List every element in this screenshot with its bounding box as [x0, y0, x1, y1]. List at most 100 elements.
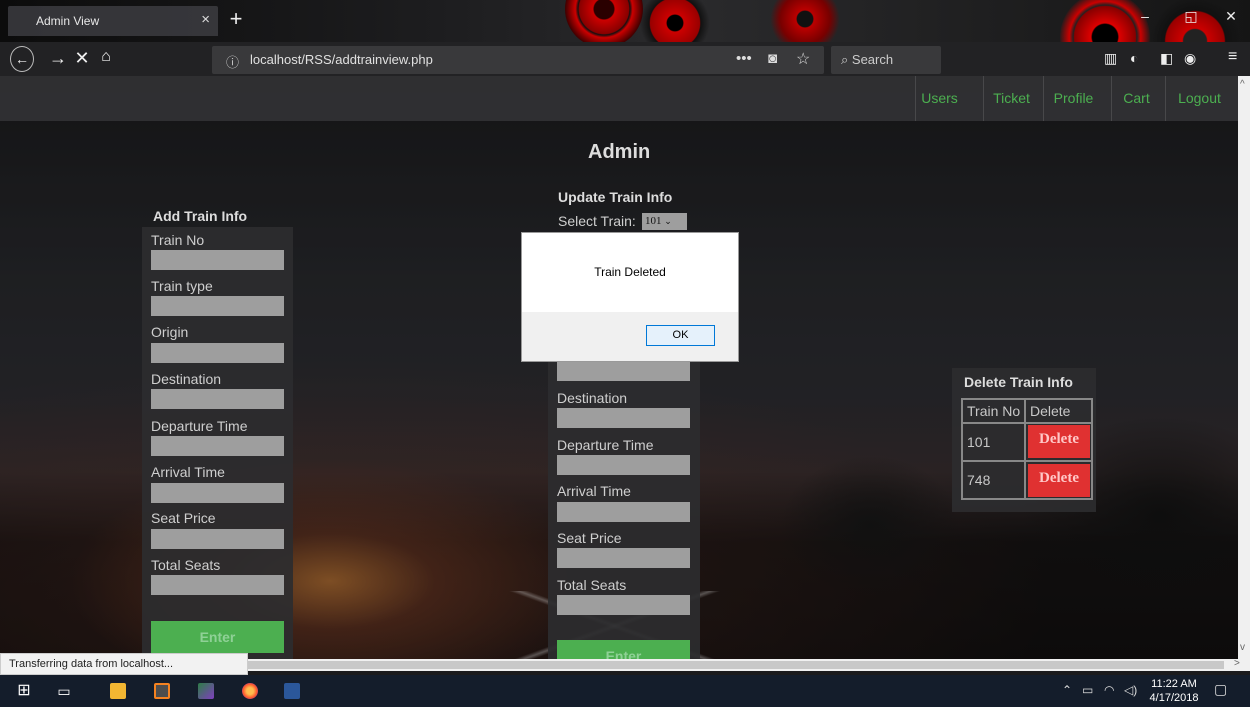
add-seat-price-field[interactable]	[151, 529, 284, 549]
add-origin-label: Origin	[151, 324, 189, 340]
info-icon[interactable]: ⓘ	[226, 52, 239, 71]
bookmark-star-icon[interactable]: ☆	[796, 49, 810, 69]
update-arrival-field[interactable]	[557, 502, 690, 522]
add-total-seats-field[interactable]	[151, 575, 284, 595]
add-train-no-field[interactable]	[151, 250, 284, 270]
page-actions-icon[interactable]: •••	[736, 50, 752, 67]
update-total-seats-field[interactable]	[557, 595, 690, 615]
select-train-label: Select Train:	[558, 213, 636, 229]
add-arrival-label: Arrival Time	[151, 464, 225, 480]
train-select-value: 101	[645, 215, 662, 227]
nav-cart[interactable]: Cart	[1111, 76, 1161, 121]
column-header: Delete	[1025, 399, 1092, 423]
task-view-icon[interactable]: ▭	[44, 675, 84, 707]
update-seat-price-field[interactable]	[557, 548, 690, 568]
table-row-train-no: 748	[962, 461, 1025, 499]
close-window-icon[interactable]: ✕	[1216, 8, 1246, 25]
add-enter-button[interactable]: Enter	[151, 621, 284, 653]
update-arrival-label: Arrival Time	[557, 483, 631, 499]
windows-taskbar: ⊞ ▭ ⌃ ▭ ◠ ◁) 11:22 AM 4/17/2018 ▢	[0, 675, 1250, 707]
sublime-icon[interactable]	[142, 675, 182, 707]
chevron-down-icon: ⌄	[664, 216, 672, 226]
chevron-up-icon[interactable]: ⌃	[1062, 683, 1072, 697]
close-tab-icon[interactable]: ×	[201, 11, 210, 28]
update-departure-field[interactable]	[557, 455, 690, 475]
update-departure-label: Departure Time	[557, 437, 654, 453]
search-input[interactable]: ⌕ Search	[831, 46, 941, 74]
scroll-right-icon[interactable]: >	[1234, 658, 1240, 669]
visual-studio-icon[interactable]	[186, 675, 226, 707]
volume-icon[interactable]: ◁)	[1124, 683, 1137, 697]
nav-users[interactable]: Users	[915, 76, 963, 121]
ok-button[interactable]: OK	[646, 325, 715, 346]
notification-icon[interactable]: ▢	[1214, 681, 1227, 698]
firefox-icon[interactable]	[230, 675, 270, 707]
alert-dialog: Train Deleted OK	[521, 232, 739, 362]
wifi-icon[interactable]: ◠	[1104, 683, 1114, 697]
theme-decoration	[770, 0, 840, 42]
add-destination-label: Destination	[151, 371, 222, 387]
theme-decoration	[640, 0, 710, 42]
library-icon[interactable]: ▥	[1104, 50, 1117, 67]
delete-button-101[interactable]: Delete	[1028, 425, 1090, 458]
page-title: Admin	[588, 141, 651, 163]
file-explorer-icon[interactable]	[98, 675, 138, 707]
horizontal-scrollbar[interactable]: >	[244, 658, 1250, 671]
column-header: Train No	[962, 399, 1025, 423]
clock-time: 11:22 AM	[1151, 678, 1197, 690]
back-icon[interactable]: ←	[10, 46, 34, 72]
new-tab-button[interactable]: +	[222, 6, 250, 34]
menu-icon[interactable]: ≡	[1228, 48, 1237, 66]
search-placeholder: Search	[851, 52, 894, 67]
start-icon[interactable]: ⊞	[4, 675, 44, 707]
battery-icon[interactable]: ▭	[1082, 683, 1093, 697]
page-viewport: Users Ticket Profile Cart Logout Admin A…	[0, 76, 1238, 659]
update-enter-button[interactable]: Enter	[557, 640, 690, 659]
delete-train-heading: Delete Train Info	[964, 374, 1073, 390]
scroll-up-icon[interactable]: ^	[1240, 79, 1245, 90]
scrollbar-thumb[interactable]	[244, 661, 1224, 669]
maximize-icon[interactable]: ◱	[1176, 8, 1206, 25]
scroll-down-icon[interactable]: v	[1240, 642, 1245, 653]
sidebar-icon[interactable]: ◧	[1160, 50, 1173, 67]
dialog-message: Train Deleted	[594, 265, 666, 279]
browser-tab[interactable]: Admin View ×	[8, 6, 218, 36]
browser-titlebar: Admin View × + – ◱ ✕	[0, 0, 1250, 42]
site-navbar: Users Ticket Profile Cart Logout	[0, 76, 1238, 121]
dialog-footer: OK	[522, 312, 738, 361]
extension-icon[interactable]: ◉	[1184, 50, 1196, 67]
forward-icon[interactable]: →	[46, 48, 70, 69]
nav-profile[interactable]: Profile	[1043, 76, 1103, 121]
train-select[interactable]: 101 ⌄	[642, 213, 687, 230]
update-train-heading: Update Train Info	[558, 189, 673, 205]
add-train-type-label: Train type	[151, 278, 213, 294]
add-train-no-label: Train No	[151, 232, 205, 248]
theme-decoration	[565, 0, 643, 42]
url-text[interactable]: localhost/RSS/addtrainview.php	[250, 52, 433, 67]
home-icon[interactable]: ⌂	[94, 48, 118, 66]
add-departure-field[interactable]	[151, 436, 284, 456]
nav-logout[interactable]: Logout	[1165, 76, 1233, 121]
add-destination-field[interactable]	[151, 389, 284, 409]
nav-ticket[interactable]: Ticket	[983, 76, 1039, 121]
add-total-seats-label: Total Seats	[151, 557, 221, 573]
update-destination-field[interactable]	[557, 408, 690, 428]
delete-button-748[interactable]: Delete	[1028, 464, 1090, 497]
pocket-icon[interactable]: ◙	[768, 50, 777, 67]
stop-icon[interactable]: ✕	[70, 48, 94, 69]
browser-navbar: ← → ✕ ⌂ ⓘ localhost/RSS/addtrainview.php…	[0, 42, 1250, 76]
update-seat-price-label: Seat Price	[557, 530, 622, 546]
word-icon[interactable]	[272, 675, 312, 707]
update-origin-field[interactable]	[557, 361, 690, 381]
shield-icon[interactable]: ◐	[1130, 50, 1138, 66]
add-arrival-field[interactable]	[151, 483, 284, 503]
table-row-train-no: 101	[962, 423, 1025, 461]
add-origin-field[interactable]	[151, 343, 284, 363]
minimize-icon[interactable]: –	[1130, 8, 1160, 24]
add-seat-price-label: Seat Price	[151, 510, 216, 526]
add-train-type-field[interactable]	[151, 296, 284, 316]
add-departure-label: Departure Time	[151, 418, 248, 434]
vertical-scrollbar[interactable]: ^ v	[1238, 76, 1250, 659]
clock[interactable]: 11:22 AM 4/17/2018	[1148, 677, 1200, 705]
url-bar[interactable]: ⓘ localhost/RSS/addtrainview.php ••• ◙ ☆	[212, 46, 824, 74]
